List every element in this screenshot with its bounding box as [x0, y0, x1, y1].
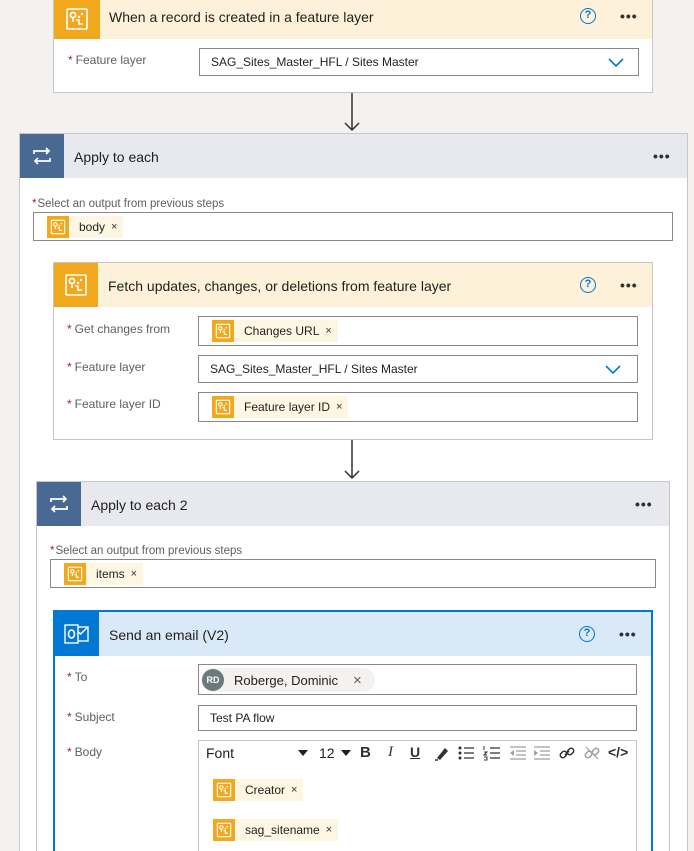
arcgis-icon: [213, 819, 235, 841]
select-output-input[interactable]: [33, 212, 673, 241]
remove-recipient-icon[interactable]: ×: [353, 672, 362, 689]
token-sag-sitename[interactable]: sag_sitename ×: [213, 819, 339, 841]
remove-token-icon[interactable]: ×: [111, 221, 117, 233]
feature-layer-dropdown[interactable]: SAG_Sites_Master_HFL / Sites Master: [198, 355, 638, 383]
subject-input[interactable]: Test PA flow: [198, 705, 637, 731]
flow-arrow-icon: [344, 440, 360, 480]
bold-button[interactable]: B: [360, 744, 371, 761]
unlink-icon[interactable]: [584, 745, 600, 761]
recipient-chip[interactable]: RD Roberge, Dominic ×: [201, 668, 375, 692]
loop-icon: [37, 482, 81, 526]
get-changes-label: * Get changes from: [67, 322, 171, 336]
decrease-indent-icon[interactable]: [509, 745, 527, 761]
to-label: * To: [67, 670, 88, 684]
feature-layer-id-label: * Feature layer ID: [67, 397, 161, 411]
link-icon[interactable]: [559, 745, 575, 761]
feature-layer-label: * Feature layer: [67, 360, 146, 374]
trigger-title: When a record is created in a feature la…: [109, 9, 374, 25]
chevron-down-icon: [608, 58, 624, 68]
increase-indent-icon[interactable]: [533, 745, 551, 761]
send-email-title: Send an email (V2): [109, 627, 229, 643]
arcgis-icon: [47, 216, 69, 238]
body-label: * Body: [67, 745, 103, 759]
remove-token-icon[interactable]: ×: [131, 568, 137, 580]
bulleted-list-icon[interactable]: [457, 745, 475, 761]
apply-to-each-header[interactable]: Apply to each •••: [20, 134, 687, 178]
avatar: RD: [202, 669, 224, 691]
arcgis-icon: [64, 563, 86, 585]
help-icon[interactable]: ?: [580, 8, 596, 24]
trigger-card-header[interactable]: When a record is created in a feature la…: [54, 0, 652, 39]
more-options-icon[interactable]: •••: [620, 278, 638, 292]
fetch-title: Fetch updates, changes, or deletions fro…: [108, 278, 452, 294]
arcgis-icon: [54, 0, 100, 39]
token-body[interactable]: body ×: [47, 216, 124, 238]
feature-layer-dropdown[interactable]: SAG_Sites_Master_HFL / Sites Master: [199, 48, 639, 76]
highlight-icon[interactable]: [434, 745, 450, 761]
more-options-icon[interactable]: •••: [620, 9, 638, 23]
underline-button[interactable]: U: [410, 744, 420, 760]
code-view-button[interactable]: </>: [608, 744, 628, 760]
arcgis-icon: [212, 320, 234, 342]
select-output-label: *Select an output from previous steps: [32, 198, 225, 210]
feature-layer-label: * Feature layer: [68, 53, 147, 67]
help-icon[interactable]: ?: [579, 626, 595, 642]
token-creator[interactable]: Creator ×: [213, 779, 304, 801]
arcgis-icon: [213, 779, 235, 801]
remove-token-icon[interactable]: ×: [325, 325, 331, 337]
apply-to-each-2-header[interactable]: Apply to each 2 •••: [37, 482, 669, 526]
token-items[interactable]: items ×: [64, 563, 144, 585]
help-icon[interactable]: ?: [580, 277, 596, 293]
arcgis-icon: [212, 396, 234, 418]
apply-to-each-title: Apply to each: [74, 149, 159, 165]
loop-icon: [20, 134, 64, 178]
font-size-select[interactable]: 12: [319, 745, 351, 761]
font-family-select[interactable]: Font: [206, 745, 308, 761]
token-feature-layer-id[interactable]: Feature layer ID ×: [212, 396, 349, 418]
trigger-card: When a record is created in a feature la…: [53, 0, 653, 93]
arcgis-icon: [54, 263, 98, 307]
flow-arrow-icon: [344, 93, 360, 132]
remove-token-icon[interactable]: ×: [336, 401, 342, 413]
remove-token-icon[interactable]: ×: [326, 824, 332, 836]
caret-down-icon: [298, 750, 308, 756]
send-email-header[interactable]: Send an email (V2) ? •••: [55, 612, 651, 656]
more-options-icon[interactable]: •••: [635, 497, 653, 511]
italic-button[interactable]: I: [388, 744, 393, 761]
subject-label: * Subject: [67, 710, 115, 724]
more-options-icon[interactable]: •••: [653, 149, 671, 163]
chevron-down-icon: [605, 365, 621, 375]
more-options-icon[interactable]: •••: [619, 627, 637, 641]
token-changes-url[interactable]: Changes URL ×: [212, 320, 338, 342]
caret-down-icon: [341, 750, 351, 756]
fetch-card-header[interactable]: Fetch updates, changes, or deletions fro…: [54, 263, 652, 307]
apply-to-each-2-title: Apply to each 2: [91, 497, 188, 513]
outlook-icon: [55, 612, 99, 656]
select-output-label: *Select an output from previous steps: [50, 545, 243, 557]
recipient-name: Roberge, Dominic: [234, 672, 339, 688]
numbered-list-icon[interactable]: [483, 745, 501, 761]
remove-token-icon[interactable]: ×: [291, 784, 297, 796]
body-toolbar: Font 12 B I U </>: [199, 741, 636, 765]
